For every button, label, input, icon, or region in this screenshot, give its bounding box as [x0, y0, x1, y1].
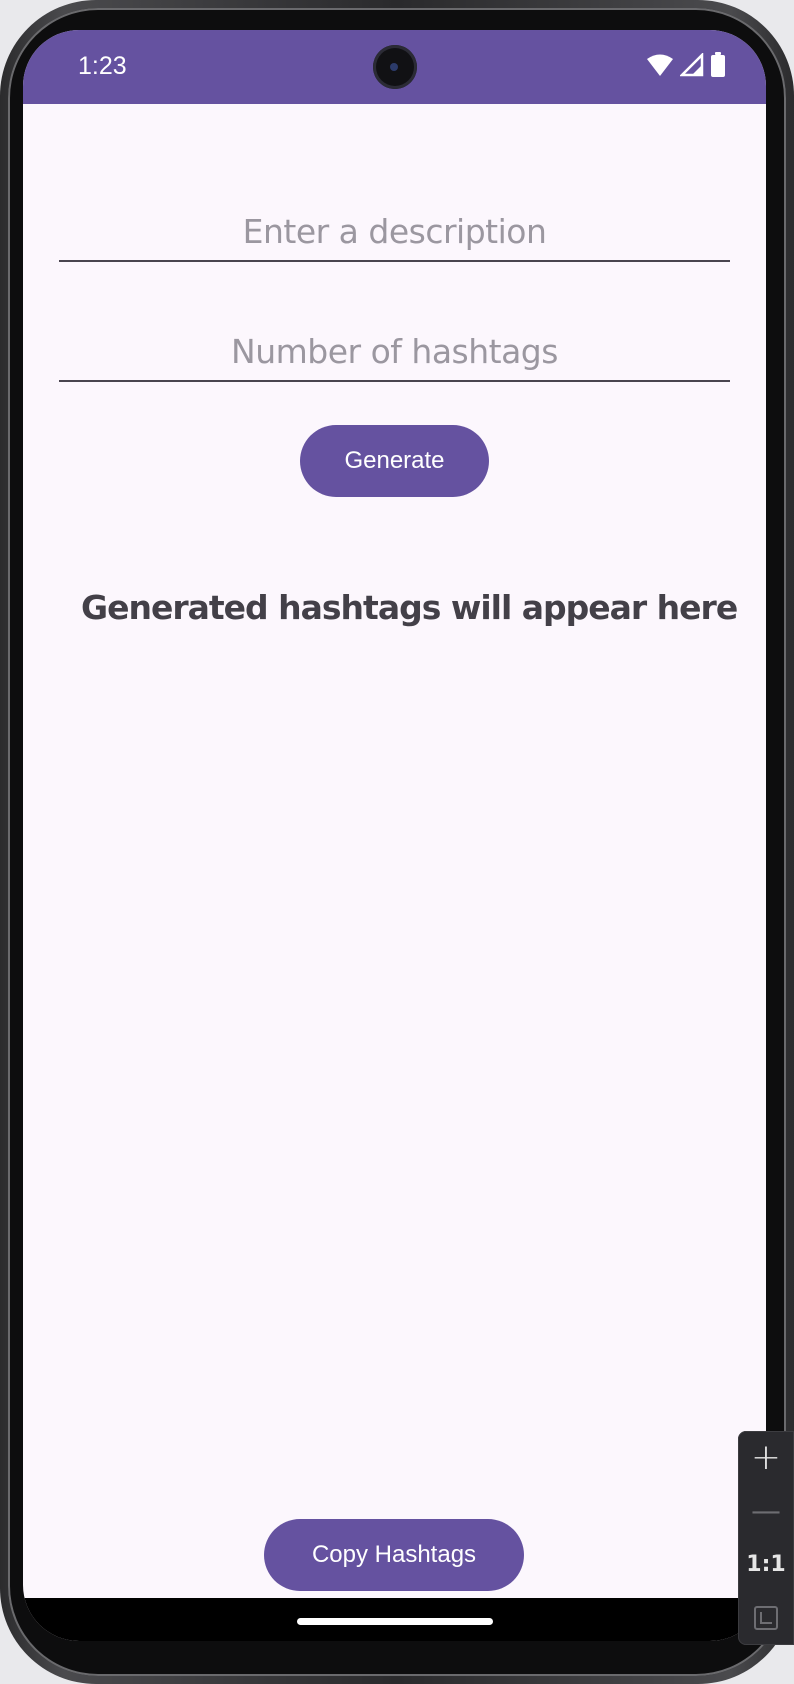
device-screen: 1:23 Enter a description Number of hasht… [23, 30, 766, 1641]
zoom-fit-button[interactable] [744, 1596, 788, 1640]
hashtag-count-input[interactable] [59, 322, 730, 380]
navigation-bar [23, 1598, 766, 1641]
battery-icon [710, 51, 726, 83]
status-time: 1:23 [78, 52, 127, 80]
generated-hashtags-text: Generated hashtags will appear here [81, 588, 738, 627]
status-icons [646, 51, 726, 83]
hashtag-count-field [59, 322, 730, 382]
emulator-stage: 1:23 Enter a description Number of hasht… [0, 0, 794, 1684]
cellular-signal-icon [678, 51, 704, 82]
wifi-icon [646, 53, 674, 82]
front-camera [373, 45, 417, 89]
copy-hashtags-button[interactable]: Copy Hashtags [264, 1519, 524, 1591]
app-content: Generate Generated hashtags will appear … [23, 104, 766, 1591]
zoom-ratio-button[interactable]: 1:1 [744, 1543, 788, 1587]
home-gesture-handle[interactable] [297, 1618, 493, 1625]
zoom-out-icon[interactable]: — [744, 1489, 788, 1533]
fit-screen-icon [754, 1606, 778, 1631]
status-bar: 1:23 [23, 30, 766, 104]
zoom-in-icon[interactable]: + [744, 1436, 788, 1480]
description-field [59, 202, 730, 262]
emulator-zoom-controls: + — 1:1 [738, 1431, 794, 1645]
description-input[interactable] [59, 202, 730, 260]
generate-button[interactable]: Generate [300, 425, 489, 497]
